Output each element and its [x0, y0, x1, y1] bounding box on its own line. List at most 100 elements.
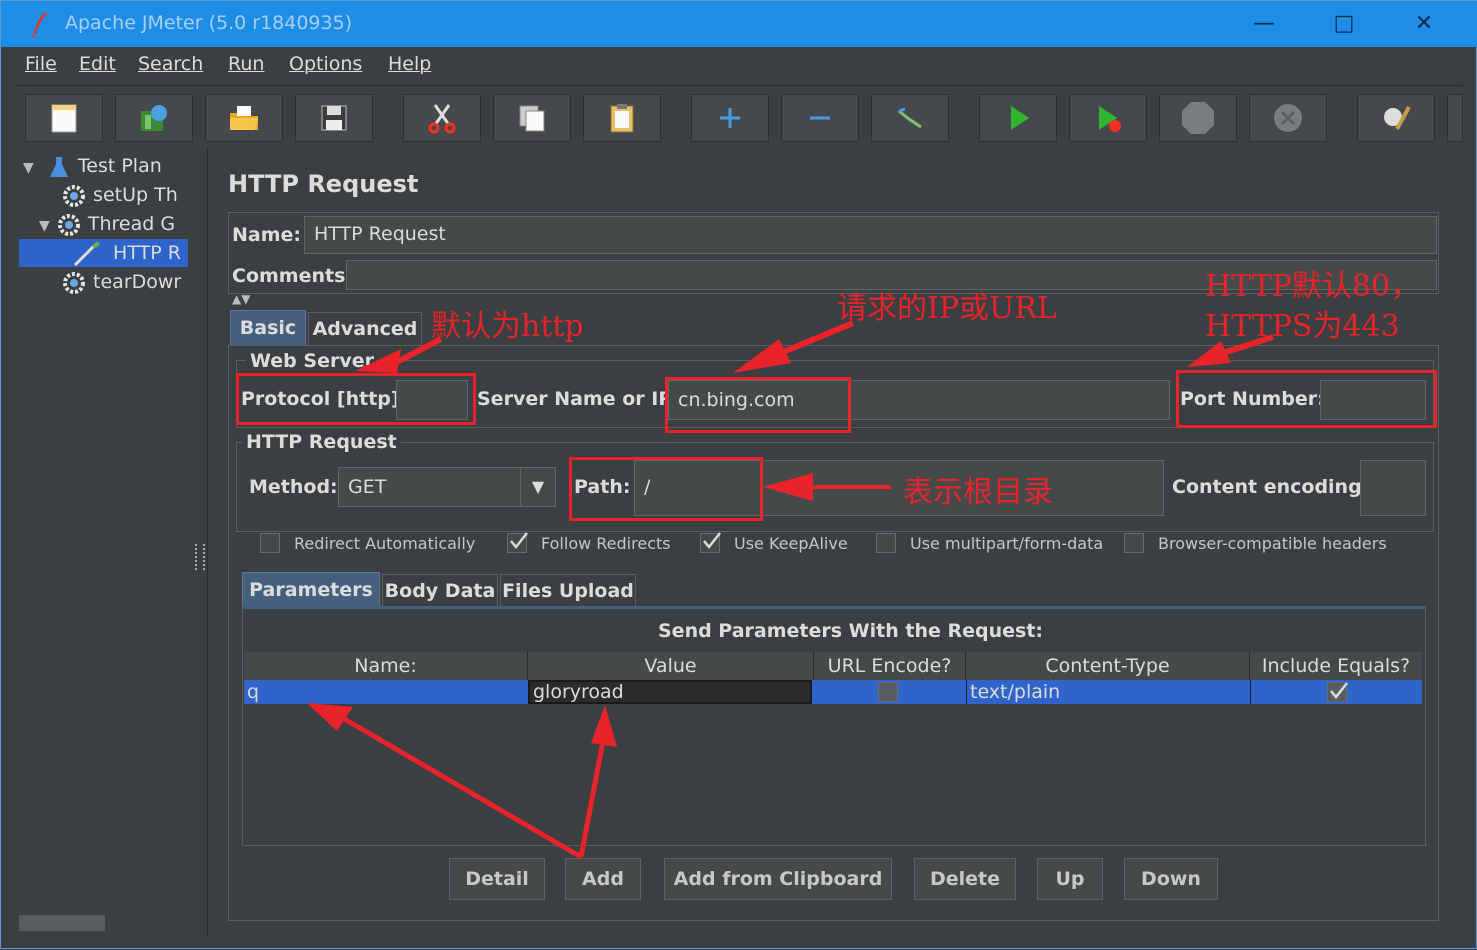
path-annotation: 表示根目录: [903, 475, 1053, 510]
stop-button[interactable]: [1159, 94, 1237, 142]
expand-arrow-icon: ▼: [23, 160, 34, 176]
add-button[interactable]: Add: [565, 858, 641, 900]
tab-body-data[interactable]: Body Data: [382, 574, 498, 608]
new-button[interactable]: [25, 94, 103, 142]
name-label: Name:: [232, 224, 302, 246]
menu-edit[interactable]: Edit: [79, 53, 116, 75]
save-icon: [321, 105, 347, 131]
expand-all-button[interactable]: [691, 94, 769, 142]
tab-advanced[interactable]: Advanced: [308, 312, 422, 346]
templates-button[interactable]: [115, 94, 193, 142]
browser-compatible-headers-checkbox[interactable]: [1124, 533, 1144, 553]
menu-run[interactable]: Run: [228, 53, 264, 75]
copy-button[interactable]: [493, 94, 571, 142]
maximize-icon: □: [1333, 11, 1355, 36]
path-highlight-box: [569, 457, 763, 521]
new-icon: [51, 104, 77, 133]
down-button[interactable]: Down: [1124, 858, 1218, 900]
param-name-cell[interactable]: q: [244, 680, 528, 704]
menu-help[interactable]: Help: [388, 53, 431, 75]
use-multipart-checkbox[interactable]: [876, 533, 896, 553]
include-equals-cell[interactable]: [1250, 680, 1422, 704]
menu-options[interactable]: Options: [289, 53, 362, 75]
use-keepalive-label: Use KeepAlive: [734, 534, 848, 553]
delete-button[interactable]: Delete: [914, 858, 1016, 900]
column-header-content-type[interactable]: Content-Type: [966, 652, 1250, 680]
use-keepalive-checkbox[interactable]: [700, 532, 721, 553]
collapse-all-button[interactable]: [781, 94, 859, 142]
menu-file[interactable]: File: [25, 53, 57, 75]
method-select[interactable]: GET ▼: [338, 467, 556, 507]
tab-basic[interactable]: Basic: [230, 310, 306, 346]
protocol-highlight-box: [236, 373, 476, 425]
follow-redirects-checkbox[interactable]: [507, 532, 528, 553]
detail-button[interactable]: Detail: [449, 858, 545, 900]
start-button[interactable]: [979, 94, 1057, 142]
jmeter-feather-icon: [31, 12, 47, 38]
start-no-pauses-button[interactable]: [1069, 94, 1147, 142]
tree-horizontal-scrollbar[interactable]: [19, 915, 105, 931]
url-encode-checkbox[interactable]: [878, 682, 898, 702]
open-button[interactable]: [205, 94, 283, 142]
redirect-automatically-checkbox[interactable]: [260, 533, 280, 553]
toggle-icon: [898, 107, 922, 129]
expand-arrow-icon: ▼: [39, 218, 50, 234]
menu-search[interactable]: Search: [138, 53, 203, 75]
content-type-cell[interactable]: text/plain: [966, 680, 1250, 704]
collapse-arrows-icon[interactable]: ▲▼: [232, 292, 250, 306]
browser-compatible-headers-label: Browser-compatible headers: [1158, 534, 1387, 553]
shutdown-button[interactable]: [1249, 94, 1327, 142]
server-annotation: 请求的IP或URL: [837, 291, 1057, 326]
http-request-legend: HTTP Request: [242, 431, 401, 453]
tab-parameters[interactable]: Parameters: [242, 572, 380, 608]
tree-item-http-request[interactable]: HTTP R: [19, 239, 188, 267]
minimize-button[interactable]: —: [1229, 1, 1299, 47]
chevron-down-icon[interactable]: ▼: [520, 468, 555, 506]
tree-item-setup-thread-group[interactable]: setUp Th: [61, 181, 188, 209]
param-value-cell[interactable]: gloryroad: [528, 680, 812, 704]
column-header-url-encode[interactable]: URL Encode?: [814, 652, 966, 680]
port-annotation-line1: HTTP默认80，: [1205, 269, 1421, 304]
clear-button[interactable]: [1357, 94, 1435, 142]
toolbar-overflow[interactable]: [1447, 94, 1463, 142]
save-button[interactable]: [295, 94, 373, 142]
protocol-annotation: 默认为http: [431, 309, 584, 344]
tree-item-thread-group[interactable]: ▼ Thread G: [39, 210, 188, 238]
paste-button[interactable]: [583, 94, 661, 142]
add-from-clipboard-button[interactable]: Add from Clipboard: [664, 858, 892, 900]
toggle-button[interactable]: [871, 94, 949, 142]
tab-files-upload[interactable]: Files Upload: [500, 574, 636, 608]
shutdown-icon: [1274, 104, 1302, 132]
include-equals-checkbox[interactable]: [1327, 682, 1348, 702]
url-encode-cell[interactable]: [814, 680, 966, 704]
gear-icon: [63, 271, 85, 294]
name-field[interactable]: HTTP Request: [304, 216, 1437, 254]
stop-icon: [1182, 102, 1214, 134]
content-encoding-field[interactable]: [1360, 460, 1426, 516]
maximize-button[interactable]: □: [1309, 1, 1379, 47]
redirect-automatically-label: Redirect Automatically: [294, 534, 476, 553]
cut-icon: [428, 104, 456, 134]
toolbar: [15, 86, 1463, 148]
method-label: Method:: [249, 476, 338, 498]
column-header-include-equals[interactable]: Include Equals?: [1250, 652, 1422, 680]
use-multipart-label: Use multipart/form-data: [910, 534, 1104, 553]
column-header-value[interactable]: Value: [528, 652, 814, 680]
split-pane-divider[interactable]: [191, 148, 208, 935]
panel-title: HTTP Request: [228, 170, 419, 198]
templates-icon: [141, 105, 167, 131]
tree-item-test-plan[interactable]: ▼ Test Plan: [23, 152, 188, 180]
cut-button[interactable]: [403, 94, 481, 142]
window-title: Apache JMeter (5.0 r1840935): [65, 12, 353, 34]
menu-bar: File Edit Search Run Options Help: [15, 47, 1463, 86]
tree-item-teardown-thread-group[interactable]: tearDowr: [61, 268, 188, 296]
jmeter-window: Apache JMeter (5.0 r1840935) — □ ✕ File …: [0, 0, 1477, 949]
port-highlight-box: [1176, 370, 1437, 428]
column-header-name[interactable]: Name:: [244, 652, 528, 680]
close-button[interactable]: ✕: [1389, 1, 1459, 47]
parameters-table-title: Send Parameters With the Request:: [658, 620, 1044, 642]
up-button[interactable]: Up: [1037, 858, 1103, 900]
pipette-icon: [73, 240, 101, 266]
parameters-tab-content: [242, 606, 1426, 846]
title-bar: Apache JMeter (5.0 r1840935) — □ ✕: [1, 1, 1477, 47]
